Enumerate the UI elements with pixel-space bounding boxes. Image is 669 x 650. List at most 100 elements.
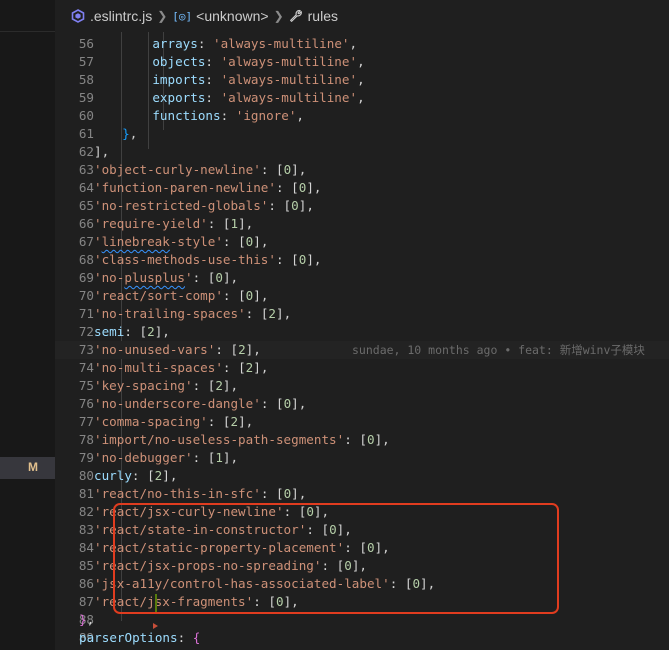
code-line[interactable]: 62], [55,143,669,161]
code-token: ' [94,234,102,249]
breadcrumb-file-label: .eslintrc.js [90,8,153,24]
line-number: 86 [78,576,94,591]
code-line[interactable]: 74'no-multi-spaces': [2], [55,359,669,377]
code-token: : [ [268,198,292,213]
code-token: : [ [260,486,284,501]
line-number: 85 [78,558,94,573]
line-number: 64 [78,180,94,195]
line-number: 73 [78,342,94,357]
code-token: 2 [147,324,155,339]
git-modified-badge: M [28,460,38,474]
code-line[interactable]: 89 parserOptions: { [55,629,669,647]
code-text: parserOptions: { [79,629,200,647]
code-text: }, [107,125,137,143]
code-text: arrays: 'always-multiline', [122,35,357,53]
line-number: 82 [78,504,94,519]
code-token: , [357,72,365,87]
code-token: semi [94,324,125,339]
code-token: : [ [222,360,246,375]
line-number: 81 [78,486,94,501]
code-token: ' [185,270,193,285]
code-line[interactable]: 78'import/no-useless-path-segments': [0]… [55,431,669,449]
code-line[interactable]: 75'key-spacing': [2], [55,377,669,395]
code-line[interactable]: 70'react/sort-comp': [0], [55,287,669,305]
code-line[interactable]: 59 exports: 'always-multiline', [55,89,669,107]
code-line[interactable]: 61 }, [55,125,669,143]
line-number: 58 [78,72,94,87]
code-line[interactable]: 79'no-debugger': [1], [55,449,669,467]
code-line[interactable]: 56 arrays: 'always-multiline', [55,35,669,53]
code-token: : [ [192,450,216,465]
code-token: , [349,36,358,51]
line-number: 79 [78,450,94,465]
line-number: 69 [78,270,94,285]
code-token: objects [122,54,206,69]
code-line[interactable]: 68'class-methods-use-this': [0], [55,251,669,269]
line-number: 62 [78,144,94,159]
code-line[interactable]: 63'object-curly-newline': [0], [55,161,669,179]
code-token: 'no-restricted-globals' [94,198,269,213]
breadcrumb-symbol[interactable]: [◎] <unknown> [172,8,268,24]
code-token: : [ [260,396,284,411]
line-number: 84 [78,540,94,555]
line-number: 57 [78,54,94,69]
code-line[interactable]: 72 semi: [2], [55,323,669,341]
code-token: ], [222,270,239,285]
code-token: ], [162,468,178,483]
line-number: 71 [78,306,94,321]
code-token: ], [291,486,307,501]
code-token: ], [253,360,269,375]
code-token: 1 [230,216,239,231]
line-number: 87 [78,594,94,609]
code-token: 'no-debugger' [94,450,193,465]
code-token: 'always-multiline' [220,54,358,69]
code-token: : [177,630,193,645]
code-token: parserOptions [79,630,178,645]
code-line[interactable]: 66'require-yield': [1], [55,215,669,233]
code-token: : [ [260,162,284,177]
code-token: 0 [366,432,375,447]
code-text: imports: 'always-multiline', [122,71,365,89]
code-line[interactable]: 65'no-restricted-globals': [0], [55,197,669,215]
code-line[interactable]: 81'react/no-this-in-sfc': [0], [55,485,669,503]
breadcrumb: .eslintrc.js ❯ [◎] <unknown> ❯ rules [55,0,669,32]
code-line[interactable]: 60 functions: 'ignore', [55,107,669,125]
code-line[interactable]: 77'comma-spacing': [2], [55,413,669,431]
code-token: linebreak [101,234,170,249]
code-line[interactable]: 57 objects: 'always-multiline', [55,53,669,71]
symbol-variable-icon: [◎] [172,9,193,23]
code-line[interactable]: 80 curly: [2], [55,467,669,485]
wrench-icon [289,9,302,22]
code-token: exports [122,90,206,105]
code-token: curly [94,468,132,483]
code-token: 1 [215,450,223,465]
code-line[interactable]: 64'function-paren-newline': [0], [55,179,669,197]
breadcrumb-file[interactable]: .eslintrc.js [71,8,152,24]
code-token: : [ [215,342,239,357]
code-token: 'react/no-this-in-sfc' [94,486,261,501]
code-token: : [ [344,432,367,447]
code-token: 'require-yield' [94,216,208,231]
code-line[interactable]: 58 imports: 'always-multiline', [55,71,669,89]
code-line[interactable]: 67'linebreak-style': [0], [55,233,669,251]
breadcrumb-property[interactable]: rules [289,8,338,24]
code-line[interactable]: 76'no-underscore-dangle': [0], [55,395,669,413]
code-line[interactable]: 71'no-trailing-spaces': [2], [55,305,669,323]
line-number: 74 [78,360,94,375]
code-token: 'no-unused-vars' [94,342,216,357]
code-token: , [129,126,138,141]
code-token: 'function-paren-newline' [94,180,276,195]
code-token: plusplus [124,270,186,285]
code-text: 'no-restricted-globals': [0], [94,197,314,215]
code-text: 'linebreak-style': [0], [94,233,268,251]
line-number: 78 [78,432,94,447]
code-token: 'import/no-useless-path-segments' [94,432,345,447]
code-text: curly: [2], [94,467,177,485]
code-token: 2 [268,306,276,321]
code-token: ], [306,180,322,195]
code-token: ], [222,378,239,393]
code-text: 'comma-spacing': [2], [94,413,253,431]
code-line[interactable]: 73'no-unused-vars': [2], sundae, 10 month… [55,341,669,359]
code-line[interactable]: 69'no-plusplus': [0], [55,269,669,287]
code-text: ], [94,143,109,161]
